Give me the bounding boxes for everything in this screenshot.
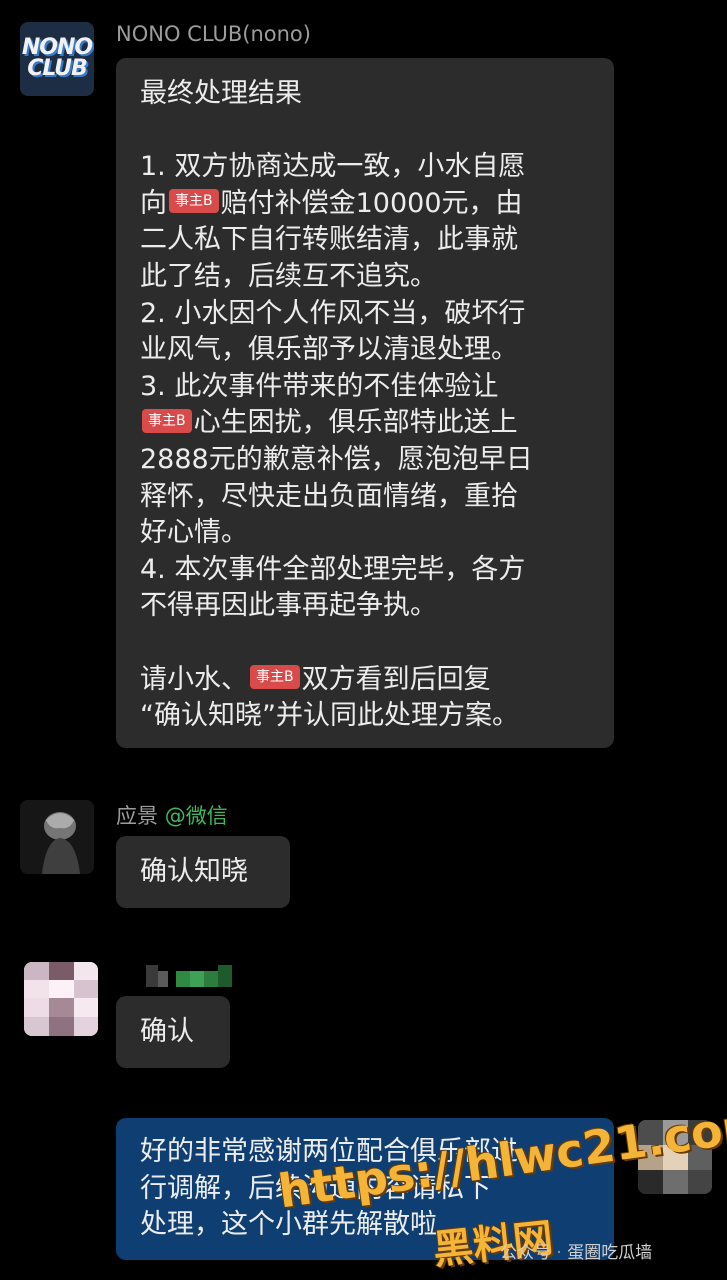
announcement-text: 业风气，俱乐部予以清退处理。 — [140, 334, 518, 366]
announcement-line: 3. 此次事件带来的不佳体验让 — [140, 369, 590, 406]
announcement-text: 请小水、 — [140, 663, 248, 695]
sender-name-pixelated — [146, 965, 238, 987]
message-text: 确认 — [140, 1016, 194, 1047]
message-text: 确认知晓 — [140, 856, 248, 887]
sender-name-nono-club: NONO CLUB(nono) — [116, 22, 311, 46]
message-bubble-confirm[interactable]: 确认 — [116, 996, 230, 1068]
announcement-line: 最终处理结果 — [140, 76, 590, 113]
redaction-tag: 事主B — [142, 408, 192, 433]
message-bubble-announcement[interactable]: 最终处理结果 1. 双方协商达成一致，小水自愿向事主B 赔付补偿金10000元，由二… — [116, 58, 614, 748]
avatar-illustration-icon — [20, 800, 94, 874]
announcement-line: 向事主B 赔付补偿金10000元，由 — [140, 186, 590, 223]
avatar-yingjing[interactable] — [20, 800, 94, 874]
footer-separator: · — [556, 1243, 562, 1263]
announcement-line: 2. 小水因个人作风不当，破坏行 — [140, 296, 590, 333]
announcement-line: 业风气，俱乐部予以清退处理。 — [140, 332, 590, 369]
announcement-text: 赔付补偿金10000元，由 — [220, 187, 523, 219]
announcement-line: 事主B 心生困扰，俱乐部特此送上 — [140, 405, 590, 442]
announcement-text: 4. 本次事件全部处理完毕，各方 — [140, 553, 526, 585]
announcement-text: 3. 此次事件带来的不佳体验让 — [140, 370, 499, 402]
avatar-pixelated[interactable] — [24, 962, 98, 1036]
announcement-text: 二人私下自行转账结清，此事就 — [140, 224, 518, 256]
avatar-nono-club[interactable]: NONO CLUB — [20, 22, 94, 96]
announcement-line: 1. 双方协商达成一致，小水自愿 — [140, 149, 590, 186]
announcement-line: 好心情。 — [140, 515, 590, 552]
announcement-text: 双方看到后回复 — [301, 663, 491, 695]
message-bubble-confirm-ack[interactable]: 确认知晓 — [116, 836, 290, 908]
sender-name-text: 应景 — [116, 804, 158, 828]
sender-name-yingjing: 应景 @微信 — [116, 800, 228, 830]
announcement-line: “确认知晓”并认同此处理方案。 — [140, 698, 590, 735]
announcement-line: 释怀，尽快走出负面情绪，重拾 — [140, 479, 590, 516]
footer-account-mark: 公众号 · 蛋圈吃瓜墙 — [500, 1238, 652, 1263]
avatar-logo-text-bottom: CLUB — [27, 56, 88, 81]
announcement-text: 向 — [140, 187, 167, 219]
wechat-suffix: @微信 — [164, 804, 228, 828]
announcement-line: 二人私下自行转账结清，此事就 — [140, 222, 590, 259]
announcement-line: 4. 本次事件全部处理完毕，各方 — [140, 552, 590, 589]
announcement-text: “确认知晓”并认同此处理方案。 — [140, 700, 519, 732]
announcement-text: 释怀，尽快走出负面情绪，重拾 — [140, 480, 518, 512]
announcement-text: 2. 小水因个人作风不当，破坏行 — [140, 297, 526, 329]
announcement-text: 1. 双方协商达成一致，小水自愿 — [140, 151, 526, 183]
announcement-text: 最终处理结果 — [140, 78, 302, 109]
announcement-line: 不得再因此事再起争执。 — [140, 588, 590, 625]
announcement-text: 2888元的歉意补偿，愿泡泡早日 — [140, 443, 533, 475]
footer-prefix: 公众号 — [500, 1243, 551, 1263]
redaction-tag: 事主B — [250, 665, 300, 689]
announcement-text: 心生困扰，俱乐部特此送上 — [193, 407, 518, 439]
announcement-line: 请小水、 事主B 双方看到后回复 — [140, 662, 590, 699]
announcement-text: 此了结，后续互不追究。 — [140, 260, 437, 292]
redaction-tag: 事主B — [169, 189, 219, 214]
announcement-line — [140, 113, 590, 150]
announcement-line: 2888元的歉意补偿，愿泡泡早日 — [140, 442, 590, 479]
announcement-text: 不得再因此事再起争执。 — [140, 590, 437, 622]
footer-account: 蛋圈吃瓜墙 — [567, 1243, 653, 1263]
announcement-line: 此了结，后续互不追究。 — [140, 259, 590, 296]
announcement-text: 好心情。 — [140, 517, 248, 549]
announcement-line — [140, 625, 590, 662]
